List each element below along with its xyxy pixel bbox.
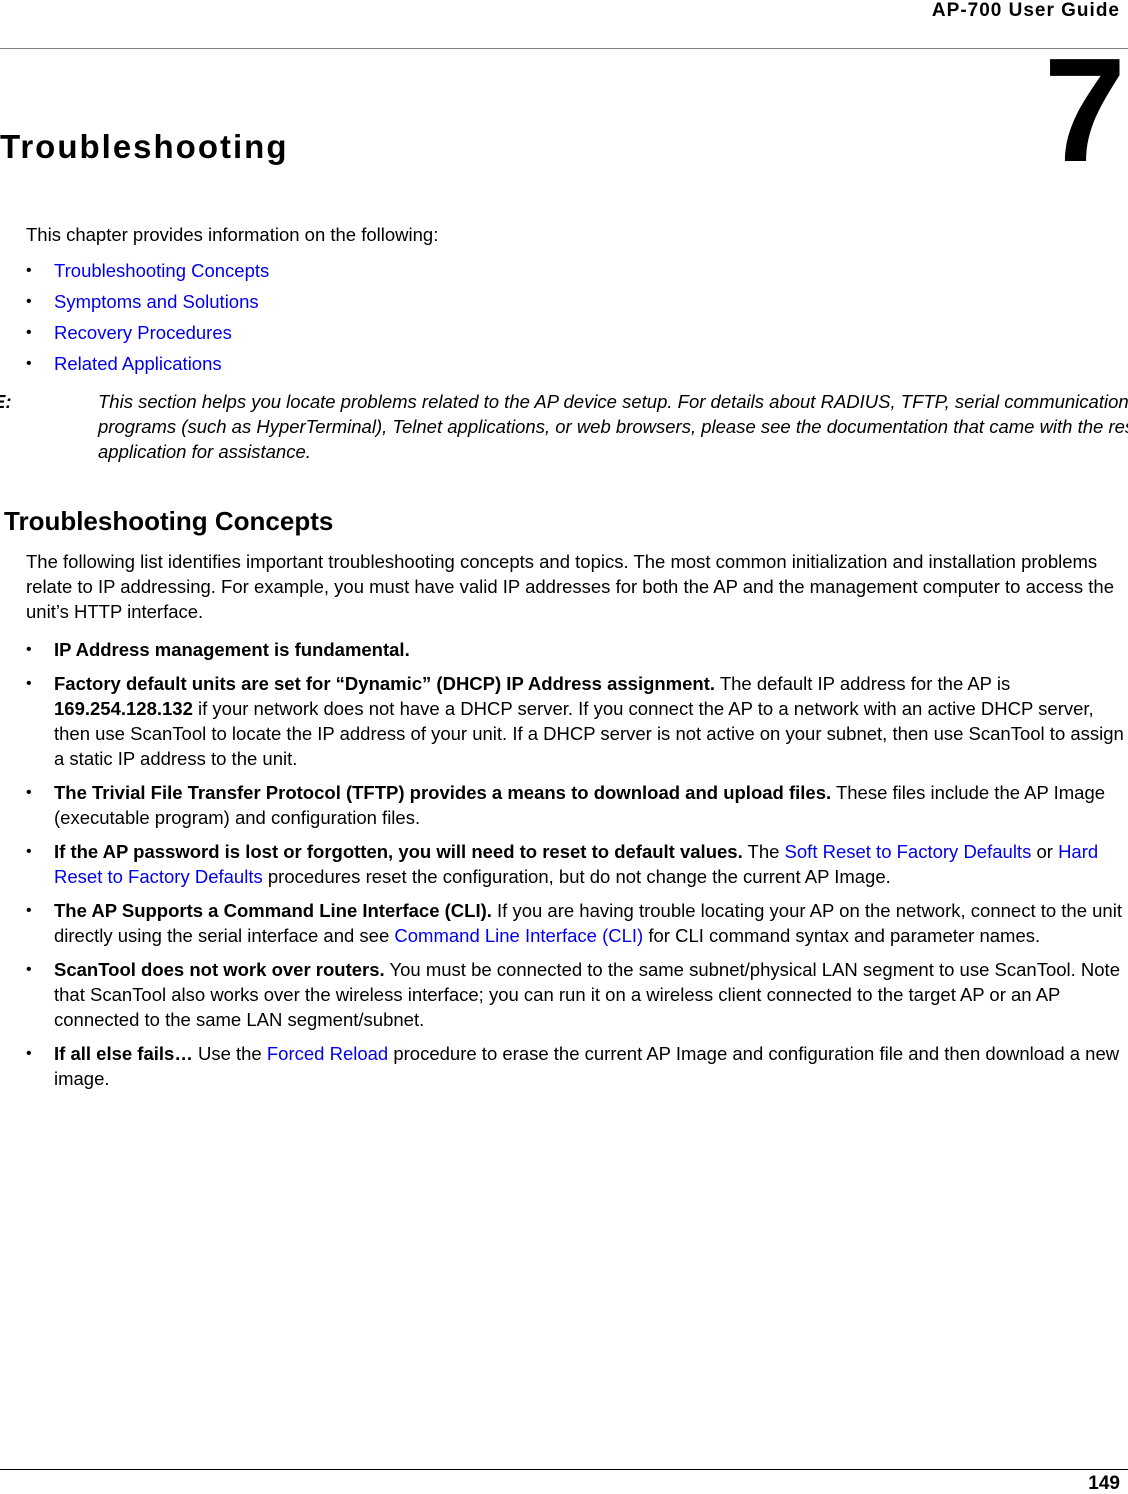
concept-title: The Trivial File Transfer Protocol (TFTP…: [54, 782, 832, 803]
list-item: • IP Address management is fundamental.: [26, 637, 1126, 662]
link-symptoms-and-solutions[interactable]: Symptoms and Solutions: [54, 289, 259, 320]
concept-text: for CLI command syntax and parameter nam…: [643, 925, 1041, 946]
bullet-icon: •: [26, 675, 32, 692]
concept-text: if your network does not have a DHCP ser…: [54, 698, 1124, 769]
concept-title: If the AP password is lost or forgotten,…: [54, 841, 743, 862]
link-command-line-interface[interactable]: Command Line Interface (CLI): [394, 925, 643, 946]
list-item: • Symptoms and Solutions: [26, 289, 269, 320]
list-item: • Recovery Procedures: [26, 320, 269, 351]
running-header-title: AP-700 User Guide: [931, 0, 1120, 21]
note-label: NOTE:: [0, 391, 12, 412]
concept-text: The default IP address for the AP is: [715, 673, 1011, 694]
link-soft-reset[interactable]: Soft Reset to Factory Defaults: [785, 841, 1032, 862]
header-divider: [0, 48, 1128, 49]
bullet-icon: •: [26, 961, 32, 978]
list-item: • The Trivial File Transfer Protocol (TF…: [26, 780, 1126, 830]
bullet-icon: •: [26, 784, 32, 801]
link-troubleshooting-concepts[interactable]: Troubleshooting Concepts: [54, 258, 269, 289]
note-text: This section helps you locate problems r…: [98, 391, 1128, 462]
chapter-title: Troubleshooting: [0, 128, 289, 165]
chapter-intro-text: This chapter provides information on the…: [26, 224, 439, 245]
concept-title: Factory default units are set for “Dynam…: [54, 673, 716, 694]
chapter-number: 7: [1043, 28, 1126, 193]
section-intro-text: The following list identifies important …: [26, 551, 1115, 622]
bullet-icon: •: [26, 902, 32, 919]
concept-text: or: [1031, 841, 1059, 862]
default-ip-address: 169.254.128.132: [54, 698, 193, 719]
list-item: • The AP Supports a Command Line Interfa…: [26, 898, 1126, 948]
concept-text: The: [742, 841, 785, 862]
concept-title: IP Address management is fundamental.: [54, 639, 410, 660]
chapter-contents-list: • Troubleshooting Concepts • Symptoms an…: [26, 258, 269, 382]
bullet-icon: •: [26, 843, 32, 860]
concepts-list: • IP Address management is fundamental. …: [26, 637, 1126, 1100]
footer-divider: [0, 1469, 1128, 1470]
list-item: • ScanTool does not work over routers. Y…: [26, 957, 1126, 1032]
link-related-applications[interactable]: Related Applications: [54, 351, 222, 382]
bullet-icon: •: [26, 1045, 32, 1062]
note-block: NOTE: This section helps you locate probl…: [0, 389, 1128, 464]
concept-title: If all else fails…: [54, 1043, 193, 1064]
concept-text: procedures reset the configuration, but …: [262, 866, 891, 887]
section-heading: Troubleshooting Concepts: [4, 506, 334, 536]
list-item: • Related Applications: [26, 351, 269, 382]
list-item: • If all else fails… Use the Forced Relo…: [26, 1041, 1126, 1091]
list-item: • Troubleshooting Concepts: [26, 258, 269, 289]
list-item: • If the AP password is lost or forgotte…: [26, 839, 1126, 889]
bullet-icon: •: [26, 293, 32, 310]
link-forced-reload[interactable]: Forced Reload: [267, 1043, 388, 1064]
concept-title: The AP Supports a Command Line Interface…: [54, 900, 492, 921]
page-number: 149: [1088, 1473, 1120, 1494]
link-recovery-procedures[interactable]: Recovery Procedures: [54, 320, 232, 351]
bullet-icon: •: [26, 641, 32, 658]
concept-title: ScanTool does not work over routers.: [54, 959, 385, 980]
bullet-icon: •: [26, 355, 32, 372]
concept-text: Use the: [192, 1043, 267, 1064]
bullet-icon: •: [26, 262, 32, 279]
bullet-icon: •: [26, 324, 32, 341]
list-item: • Factory default units are set for “Dyn…: [26, 671, 1126, 771]
